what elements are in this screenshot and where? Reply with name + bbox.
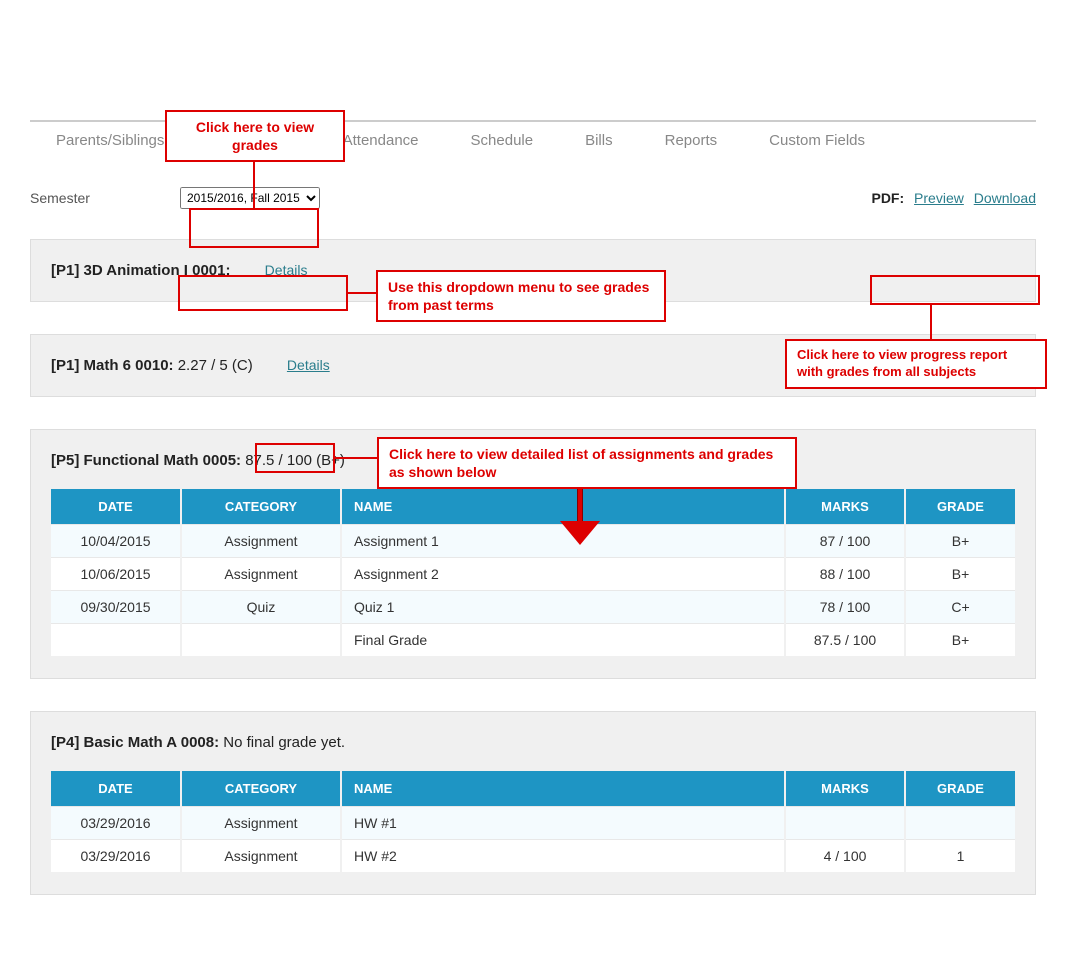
- callout-details: Click here to view detailed list of assi…: [377, 437, 797, 489]
- pdf-preview-link[interactable]: Preview: [914, 190, 964, 206]
- tab-bills[interactable]: Bills: [559, 122, 639, 159]
- semester-select[interactable]: 2015/2016, Fall 2015: [180, 187, 320, 209]
- pdf-download-link[interactable]: Download: [974, 190, 1036, 206]
- callout-dropdown: Use this dropdown menu to see grades fro…: [376, 270, 666, 322]
- col-name: NAME: [341, 771, 785, 807]
- table-header-row: DATE CATEGORY NAME MARKS GRADE: [51, 771, 1015, 807]
- col-category: CATEGORY: [181, 489, 341, 525]
- course-title: [P1] 3D Animation I 0001:: [51, 262, 235, 279]
- connector-dropdown: [348, 292, 376, 294]
- course-title: [P4] Basic Math A 0008: No final grade y…: [51, 734, 345, 751]
- connector-top: [253, 160, 255, 208]
- table-row: 10/04/2015 Assignment Assignment 1 87 / …: [51, 525, 1015, 558]
- tab-custom-fields[interactable]: Custom Fields: [743, 122, 891, 159]
- col-grade: GRADE: [905, 489, 1015, 525]
- course-block-basic-math: [P4] Basic Math A 0008: No final grade y…: [30, 711, 1036, 895]
- table-row: 03/29/2016 Assignment HW #2 4 / 100 1: [51, 840, 1015, 873]
- table-row: 10/06/2015 Assignment Assignment 2 88 / …: [51, 558, 1015, 591]
- col-grade: GRADE: [905, 771, 1015, 807]
- tab-schedule[interactable]: Schedule: [445, 122, 560, 159]
- course-title: [P5] Functional Math 0005: 87.5 / 100 (B…: [51, 452, 345, 469]
- arrow-down-icon: [560, 482, 600, 545]
- table-row: 03/29/2016 Assignment HW #1: [51, 807, 1015, 840]
- connector-progress: [930, 305, 932, 339]
- col-marks: MARKS: [785, 771, 905, 807]
- table-row: Final Grade 87.5 / 100 B+: [51, 624, 1015, 657]
- details-link[interactable]: Details: [265, 262, 308, 278]
- course-title: [P1] Math 6 0010: 2.27 / 5 (C): [51, 357, 257, 374]
- pdf-block: PDF: Preview Download: [871, 190, 1036, 206]
- callout-top: Click here to view grades: [165, 110, 345, 162]
- connector-details: [335, 457, 377, 459]
- table-row: 09/30/2015 Quiz Quiz 1 78 / 100 C+: [51, 591, 1015, 624]
- col-marks: MARKS: [785, 489, 905, 525]
- controls-row: Semester 2015/2016, Fall 2015 PDF: Previ…: [30, 187, 1036, 209]
- tab-reports[interactable]: Reports: [639, 122, 744, 159]
- pdf-label: PDF:: [871, 190, 904, 206]
- callout-progress: Click here to view progress report with …: [785, 339, 1047, 389]
- table-header-row: DATE CATEGORY NAME MARKS GRADE: [51, 489, 1015, 525]
- details-link[interactable]: Details: [287, 357, 330, 373]
- col-date: DATE: [51, 489, 181, 525]
- grades-table: DATE CATEGORY NAME MARKS GRADE 03/29/201…: [51, 771, 1015, 872]
- grades-table: DATE CATEGORY NAME MARKS GRADE 10/04/201…: [51, 489, 1015, 656]
- col-date: DATE: [51, 771, 181, 807]
- semester-label: Semester: [30, 190, 180, 206]
- col-category: CATEGORY: [181, 771, 341, 807]
